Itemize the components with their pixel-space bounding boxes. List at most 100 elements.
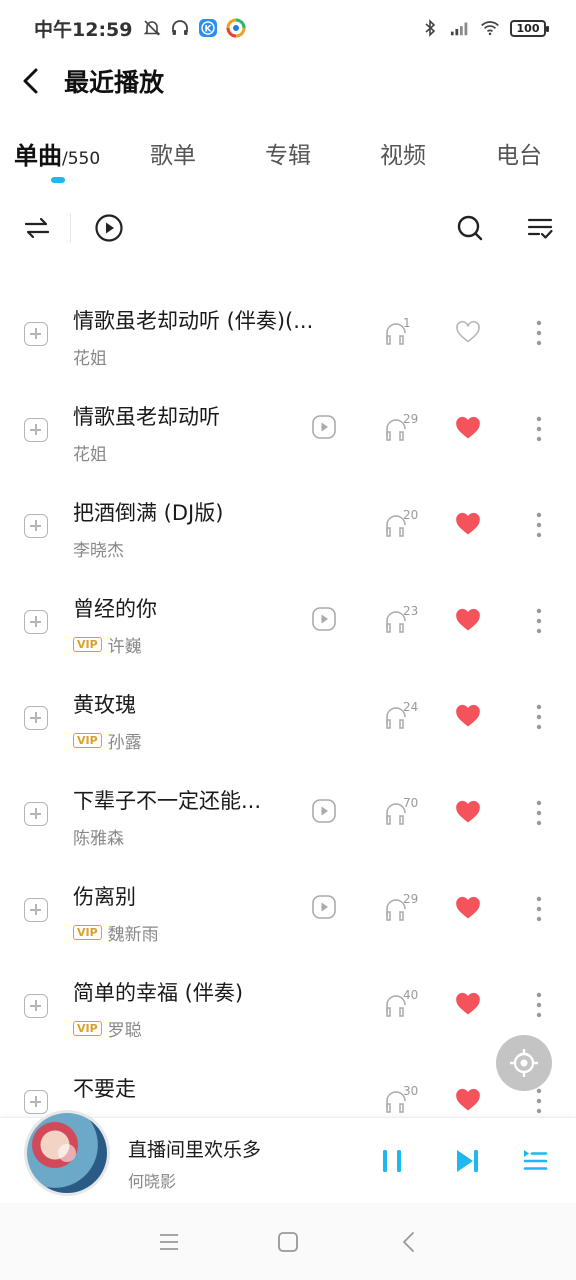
add-to-playlist-button[interactable]	[24, 802, 48, 826]
heart-filled-icon	[456, 992, 480, 1015]
song-subtitle: 李晓杰	[73, 536, 124, 561]
heart-filled-icon	[456, 608, 480, 631]
manage-list-button[interactable]	[521, 209, 559, 247]
status-system-icons: 100	[420, 18, 549, 38]
play-mv-button[interactable]	[311, 414, 337, 440]
like-button[interactable]	[455, 512, 481, 536]
search-button[interactable]	[451, 209, 489, 247]
play-mv-button[interactable]	[311, 798, 337, 824]
now-playing-title: 直播间里欢乐多	[128, 1139, 262, 1161]
song-subtitle: 陈雅森	[73, 824, 124, 849]
song-row[interactable]: 情歌虽老却动听 花姐 29	[0, 381, 576, 477]
like-button[interactable]	[455, 992, 481, 1016]
tab-playlists[interactable]: 歌单	[150, 136, 196, 170]
mv-play-icon	[312, 415, 336, 439]
song-row[interactable]: 简单的幸福 (伴奏) VIP 罗聪 40	[0, 957, 576, 1053]
cover-center	[58, 1144, 76, 1162]
like-button[interactable]	[455, 1088, 481, 1112]
headphone-icon	[170, 18, 190, 38]
heart-filled-icon	[456, 512, 480, 535]
tab-radio[interactable]: 电台	[496, 136, 542, 170]
more-vertical-icon	[536, 320, 542, 346]
heart-filled-icon	[456, 1088, 480, 1111]
nav-menu-button[interactable]	[154, 1227, 184, 1257]
song-subtitle: 花姐	[73, 440, 107, 465]
add-to-playlist-button[interactable]	[24, 706, 48, 730]
back-button[interactable]	[0, 56, 64, 106]
like-button[interactable]	[455, 608, 481, 632]
mini-player[interactable]: 直播间里欢乐多 何晓影	[0, 1110, 576, 1203]
tab-count: /550	[62, 149, 101, 169]
listen-count-value: 24	[403, 700, 419, 714]
song-artist: 陈雅森	[73, 829, 124, 849]
song-row[interactable]: 情歌虽老却动听 (伴奏)(... 花姐 1	[0, 285, 576, 381]
app-color-icon	[226, 18, 246, 38]
tab-albums[interactable]: 专辑	[265, 136, 311, 170]
song-subtitle: VIP 孙露	[73, 728, 142, 753]
album-cover[interactable]	[24, 1110, 110, 1196]
tab-singles[interactable]: 单曲/550	[14, 136, 100, 171]
next-track-button[interactable]	[450, 1144, 484, 1178]
song-row[interactable]: 不要走 30	[0, 1053, 576, 1117]
song-title: 简单的幸福 (伴奏)	[73, 981, 244, 1005]
add-to-playlist-button[interactable]	[24, 898, 48, 922]
skip-next-icon	[457, 1150, 478, 1172]
like-button[interactable]	[455, 704, 481, 728]
tab-videos[interactable]: 视频	[380, 136, 426, 170]
more-options-button[interactable]	[527, 991, 551, 1019]
like-button[interactable]	[455, 416, 481, 440]
song-row[interactable]: 伤离别 VIP 魏新雨 29	[0, 861, 576, 957]
song-row[interactable]: 下辈子不一定还能... 陈雅森 70	[0, 765, 576, 861]
song-artist: 孙露	[107, 733, 142, 753]
listen-count: 24	[384, 700, 430, 732]
song-subtitle: VIP 罗聪	[73, 1016, 142, 1041]
song-row[interactable]: 黄玫瑰 VIP 孙露 24	[0, 669, 576, 765]
song-artist: 花姐	[73, 445, 107, 465]
more-options-button[interactable]	[527, 511, 551, 539]
play-mv-button[interactable]	[311, 894, 337, 920]
playlist-button[interactable]	[518, 1144, 552, 1178]
more-options-button[interactable]	[527, 607, 551, 635]
listen-count-value: 40	[403, 988, 419, 1002]
more-options-button[interactable]	[527, 319, 551, 347]
add-to-playlist-button[interactable]	[24, 514, 48, 538]
add-to-playlist-button[interactable]	[24, 322, 48, 346]
song-artist: 李晓杰	[73, 541, 124, 561]
play-circle-icon	[95, 214, 123, 242]
locate-current-button[interactable]	[496, 1035, 552, 1091]
song-row[interactable]: 曾经的你 VIP 许巍 23	[0, 573, 576, 669]
sort-icon	[24, 217, 50, 239]
add-to-playlist-button[interactable]	[24, 1090, 48, 1114]
nav-home-button[interactable]	[273, 1227, 303, 1257]
listen-count: 29	[384, 892, 430, 924]
bluetooth-icon	[420, 18, 440, 38]
add-to-playlist-button[interactable]	[24, 418, 48, 442]
like-button[interactable]	[455, 800, 481, 824]
more-options-button[interactable]	[527, 1087, 551, 1115]
listen-count: 30	[384, 1084, 430, 1116]
song-artist: 花姐	[73, 349, 107, 369]
song-subtitle: 花姐	[73, 344, 107, 369]
sort-button[interactable]	[18, 209, 56, 247]
more-options-button[interactable]	[527, 799, 551, 827]
add-to-playlist-button[interactable]	[24, 610, 48, 634]
status-notification-icons: K	[142, 18, 246, 38]
listen-count-value: 1	[403, 316, 411, 330]
listen-count: 23	[384, 604, 430, 636]
listen-count-value: 20	[403, 508, 419, 522]
add-to-playlist-button[interactable]	[24, 994, 48, 1018]
more-options-button[interactable]	[527, 895, 551, 923]
like-button[interactable]	[455, 320, 481, 344]
nav-back-button[interactable]	[394, 1227, 424, 1257]
listen-count: 70	[384, 796, 430, 828]
play-all-button[interactable]	[90, 209, 128, 247]
song-row[interactable]: 把酒倒满 (DJ版) 李晓杰 20	[0, 477, 576, 573]
play-mv-button[interactable]	[311, 606, 337, 632]
status-time: 中午12:59	[34, 18, 133, 41]
mv-play-icon	[312, 607, 336, 631]
more-options-button[interactable]	[527, 415, 551, 443]
wifi-icon	[480, 18, 500, 38]
like-button[interactable]	[455, 896, 481, 920]
more-options-button[interactable]	[527, 703, 551, 731]
pause-button[interactable]	[375, 1144, 409, 1178]
